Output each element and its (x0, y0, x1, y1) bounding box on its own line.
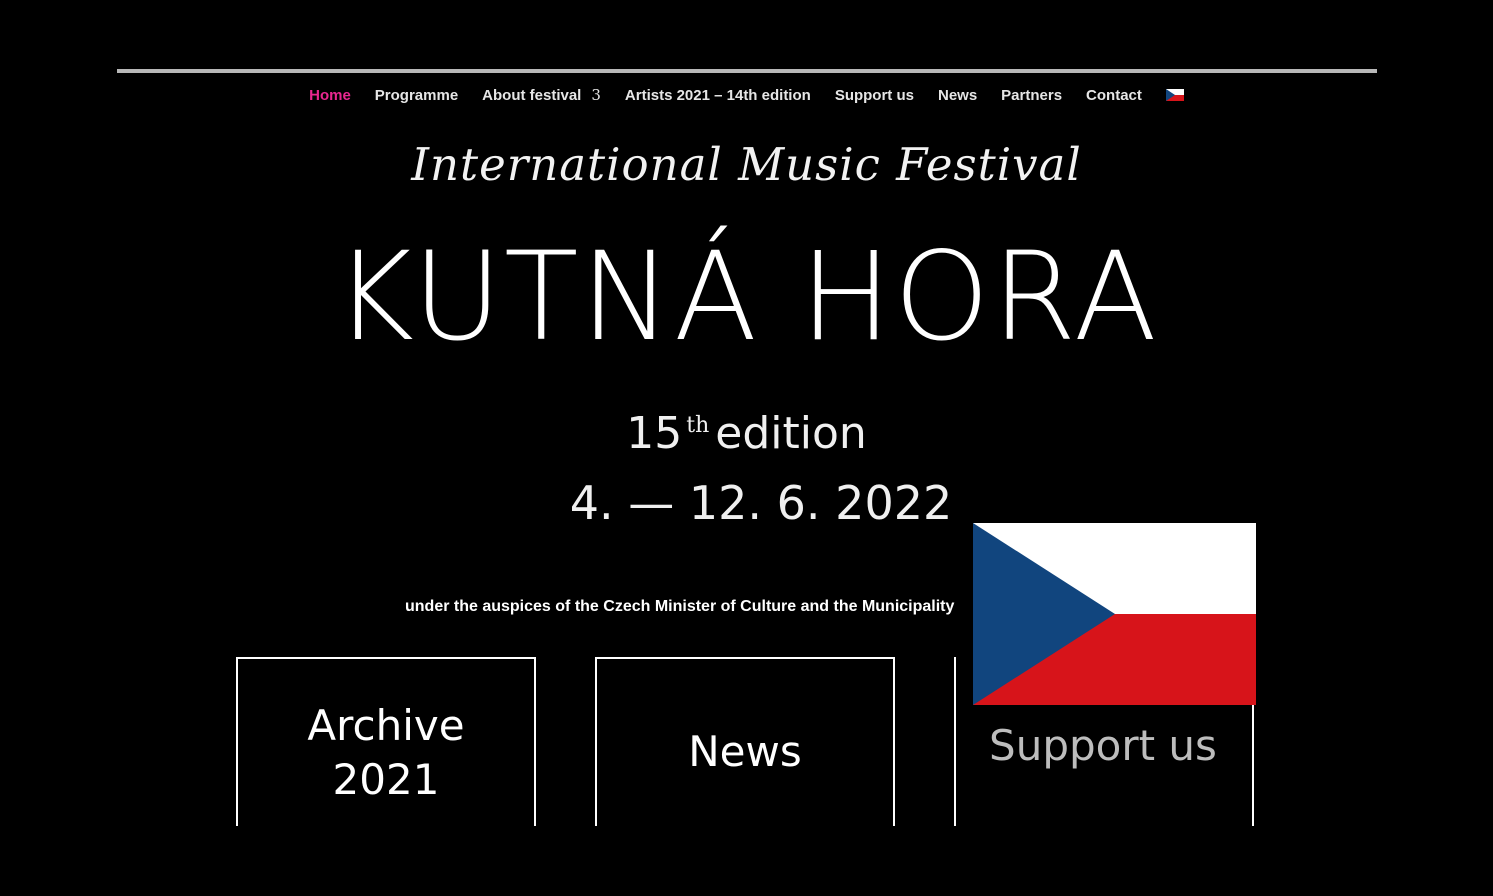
top-divider (117, 69, 1377, 73)
edition-word: edition (715, 408, 867, 459)
nav-home[interactable]: Home (309, 87, 351, 104)
edition-number: 15 (626, 408, 683, 459)
support-card-label: Support us (989, 721, 1217, 770)
archive-card[interactable]: Archive 2021 (236, 657, 536, 827)
nav-contact[interactable]: Contact (1086, 87, 1142, 104)
edition-suffix: th (686, 413, 710, 439)
czech-flag-icon[interactable] (1165, 89, 1184, 101)
nav-support-us[interactable]: Support us (835, 87, 914, 104)
hero-subtitle: International Music Festival (411, 138, 1082, 191)
hero-title: KUTNÁ HORA (333, 226, 1160, 368)
news-card-label: News (688, 727, 802, 776)
main-navigation: Home Programme About festival 3 Artists 2… (0, 84, 1493, 106)
auspices-text: under the auspices of the Czech Minister… (405, 598, 955, 615)
nav-artists[interactable]: Artists 2021 – 14th edition (625, 87, 811, 104)
edition-line: 15th edition (0, 408, 1493, 459)
nav-programme[interactable]: Programme (375, 87, 458, 104)
nav-partners[interactable]: Partners (1001, 87, 1062, 104)
czech-flag-icon (973, 523, 1256, 705)
festival-dates: 4. — 12. 6. 2022 (569, 476, 953, 530)
nav-news[interactable]: News (938, 87, 977, 104)
nav-about-festival[interactable]: About festival 3 (482, 86, 601, 104)
language-switch[interactable] (1165, 89, 1184, 101)
archive-card-label: Archive 2021 (307, 701, 465, 804)
page-bottom (0, 826, 1493, 896)
news-card[interactable]: News (595, 657, 895, 827)
dropdown-chevron-icon[interactable]: 3 (591, 86, 601, 104)
